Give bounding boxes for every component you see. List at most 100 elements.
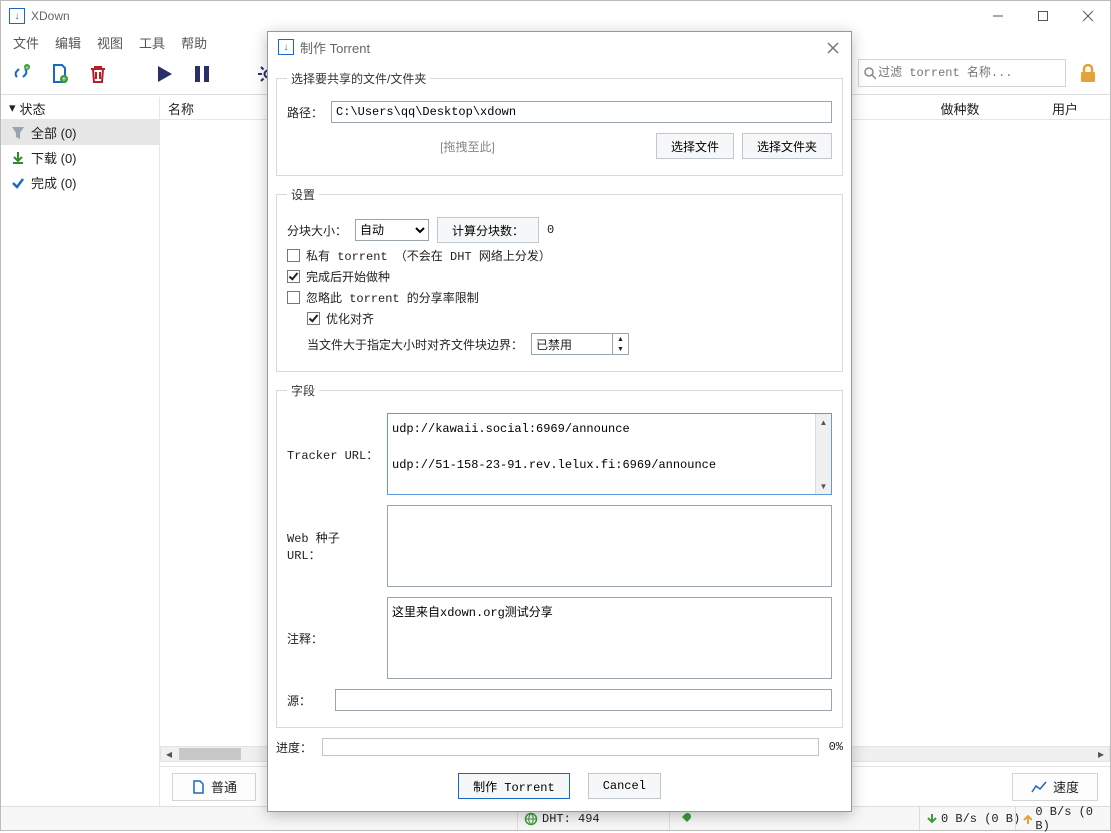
piece-size-label: 分块大小： bbox=[287, 222, 347, 239]
delete-icon[interactable] bbox=[85, 61, 111, 87]
chk-ignore-ratio-row[interactable]: 忽略此 torrent 的分享率限制 bbox=[287, 289, 832, 306]
sidebar-item-label: 完成 (0) bbox=[31, 173, 77, 192]
search-box[interactable] bbox=[858, 59, 1066, 87]
chk-seed-after-label: 完成后开始做种 bbox=[306, 268, 390, 285]
create-torrent-button[interactable]: 制作 Torrent bbox=[458, 773, 570, 799]
tab-general[interactable]: 普通 bbox=[172, 773, 256, 801]
app-icon: ↓ bbox=[9, 8, 25, 24]
status-upload-label: 0 B/s (0 B) bbox=[1035, 805, 1104, 833]
status-dht-label: DHT: 494 bbox=[542, 812, 600, 826]
dialog-close-button[interactable] bbox=[823, 38, 843, 58]
sidebar-heading[interactable]: ▾ 状态 bbox=[1, 97, 159, 120]
cancel-button[interactable]: Cancel bbox=[588, 773, 661, 799]
checkbox-icon bbox=[287, 249, 300, 262]
sidebar-item-downloading[interactable]: 下载 (0) bbox=[1, 145, 159, 170]
sidebar: ▾ 状态 全部 (0) 下载 (0) 完成 (0) bbox=[1, 97, 160, 806]
status-upload[interactable]: 0 B/s (0 B) bbox=[1015, 807, 1110, 830]
create-torrent-dialog: ↓ 制作 Torrent 选择要共享的文件/文件夹 路径： [拖拽至此] 选择文… bbox=[267, 31, 852, 812]
scroll-right-icon[interactable]: ▸ bbox=[1093, 747, 1109, 761]
sidebar-heading-label: 状态 bbox=[20, 99, 46, 118]
tracker-textarea-wrap: ▲ ▼ bbox=[387, 413, 832, 495]
arrow-up-icon bbox=[1022, 813, 1032, 825]
sidebar-item-all[interactable]: 全部 (0) bbox=[1, 120, 159, 145]
checkbox-checked-icon bbox=[287, 270, 300, 283]
scroll-left-icon[interactable]: ◂ bbox=[161, 747, 177, 761]
group-fields-legend: 字段 bbox=[287, 382, 319, 399]
tracker-textarea[interactable] bbox=[388, 414, 815, 494]
menu-file[interactable]: 文件 bbox=[13, 33, 39, 52]
vertical-scrollbar[interactable]: ▲ ▼ bbox=[815, 414, 831, 494]
checkbox-icon bbox=[287, 291, 300, 304]
status-download[interactable]: 0 B/s (0 B) bbox=[919, 807, 1026, 830]
sidebar-item-label: 下载 (0) bbox=[31, 148, 77, 167]
group-select-source-legend: 选择要共享的文件/文件夹 bbox=[287, 70, 430, 87]
tab-speed[interactable]: 速度 bbox=[1012, 773, 1098, 801]
add-link-icon[interactable]: + bbox=[9, 61, 35, 87]
column-users[interactable]: 用户 bbox=[1030, 99, 1110, 118]
pause-icon[interactable] bbox=[189, 61, 215, 87]
search-input[interactable] bbox=[876, 65, 1061, 81]
tab-general-label: 普通 bbox=[211, 777, 237, 796]
chk-private-row[interactable]: 私有 torrent （不会在 DHT 网络上分发） bbox=[287, 247, 832, 264]
menu-help[interactable]: 帮助 bbox=[181, 33, 207, 52]
spinner-up-icon[interactable]: ▲ bbox=[613, 334, 628, 344]
select-file-button[interactable]: 选择文件 bbox=[656, 133, 734, 159]
chk-seed-after-row[interactable]: 完成后开始做种 bbox=[287, 268, 832, 285]
caret-down-icon: ▾ bbox=[9, 100, 16, 116]
group-select-source: 选择要共享的文件/文件夹 路径： [拖拽至此] 选择文件 选择文件夹 bbox=[276, 70, 843, 176]
chart-icon bbox=[1031, 780, 1047, 794]
piece-size-select[interactable]: 自动 bbox=[355, 219, 429, 241]
webseed-label: Web 种子 URL： bbox=[287, 529, 379, 563]
align-spinner[interactable]: 已禁用 ▲▼ bbox=[531, 333, 629, 355]
webseed-textarea[interactable] bbox=[388, 506, 831, 586]
add-file-icon[interactable]: + bbox=[47, 61, 73, 87]
comment-textarea[interactable] bbox=[388, 598, 831, 678]
progress-label: 进度： bbox=[276, 739, 312, 756]
status-download-label: 0 B/s (0 B) bbox=[941, 812, 1020, 826]
svg-text:+: + bbox=[25, 65, 29, 71]
scroll-up-icon[interactable]: ▲ bbox=[816, 414, 832, 430]
column-seeds[interactable]: 做种数 bbox=[890, 99, 1030, 118]
menu-edit[interactable]: 编辑 bbox=[55, 33, 81, 52]
align-value: 已禁用 bbox=[532, 336, 612, 353]
align-label: 当文件大于指定大小时对齐文件块边界： bbox=[307, 336, 523, 353]
group-fields: 字段 Tracker URL： ▲ ▼ Web 种子 URL： bbox=[276, 382, 843, 728]
select-folder-button[interactable]: 选择文件夹 bbox=[742, 133, 832, 159]
chk-optimize-row[interactable]: 优化对齐 bbox=[307, 310, 832, 327]
start-icon[interactable] bbox=[151, 61, 177, 87]
source-label: 源： bbox=[287, 692, 327, 709]
spinner-down-icon[interactable]: ▼ bbox=[613, 344, 628, 354]
close-button[interactable] bbox=[1065, 1, 1110, 31]
titlebar: ↓ XDown bbox=[1, 1, 1110, 31]
tab-speed-label: 速度 bbox=[1053, 777, 1079, 796]
path-input[interactable] bbox=[331, 101, 832, 123]
source-input[interactable] bbox=[335, 689, 832, 711]
checkbox-checked-icon bbox=[307, 312, 320, 325]
scroll-thumb[interactable] bbox=[179, 748, 241, 760]
scroll-down-icon[interactable]: ▼ bbox=[816, 478, 832, 494]
download-icon bbox=[11, 151, 25, 165]
lock-icon[interactable] bbox=[1074, 59, 1102, 87]
path-label: 路径： bbox=[287, 104, 323, 121]
check-icon bbox=[11, 176, 25, 190]
comment-label: 注释： bbox=[287, 630, 379, 647]
chk-optimize-label: 优化对齐 bbox=[326, 310, 374, 327]
sidebar-item-completed[interactable]: 完成 (0) bbox=[1, 170, 159, 195]
progress-value: 0% bbox=[829, 740, 843, 754]
funnel-icon bbox=[11, 126, 25, 140]
group-settings-legend: 设置 bbox=[287, 186, 319, 203]
drop-hint: [拖拽至此] bbox=[287, 138, 648, 155]
comment-textarea-wrap bbox=[387, 597, 832, 679]
menu-tools[interactable]: 工具 bbox=[139, 33, 165, 52]
chk-ignore-ratio-label: 忽略此 torrent 的分享率限制 bbox=[306, 289, 479, 306]
maximize-button[interactable] bbox=[1020, 1, 1065, 31]
minimize-button[interactable] bbox=[975, 1, 1020, 31]
menu-view[interactable]: 视图 bbox=[97, 33, 123, 52]
dialog-title: 制作 Torrent bbox=[300, 38, 370, 57]
calc-pieces-button[interactable]: 计算分块数： bbox=[437, 217, 539, 243]
progress-bar bbox=[322, 738, 819, 756]
search-icon bbox=[863, 66, 876, 80]
dialog-titlebar: ↓ 制作 Torrent bbox=[268, 32, 851, 62]
globe-icon bbox=[524, 812, 538, 826]
chk-private-label: 私有 torrent （不会在 DHT 网络上分发） bbox=[306, 247, 551, 264]
